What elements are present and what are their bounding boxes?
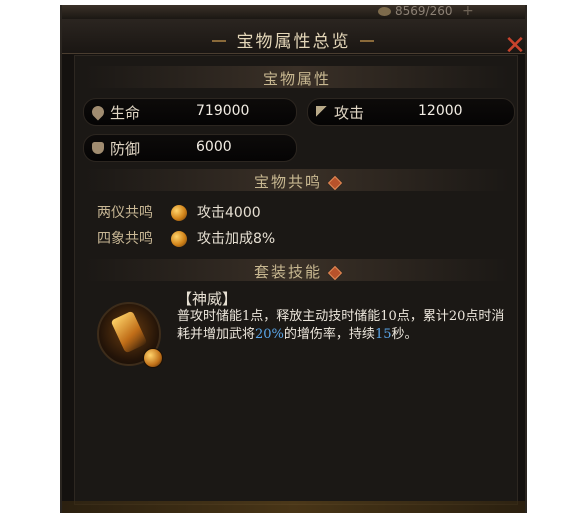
section-attributes: 宝物属性 (85, 66, 509, 88)
yinyang-icon (171, 205, 187, 221)
resonance-label: 四象共鸣 (97, 231, 153, 247)
skill-badge-icon (143, 348, 163, 368)
section-resonance: 宝物共鸣 (85, 169, 509, 191)
window-title: 宝物属性总览 (236, 32, 351, 52)
stat-value: 12000 (418, 103, 463, 119)
stat-value: 6000 (196, 139, 232, 155)
section-title-attributes: 宝物属性 (262, 70, 331, 88)
skill-highlight-duration: 15 (374, 327, 392, 342)
resonance-label: 两仪共鸣 (97, 205, 153, 221)
resonance-effect: 攻击加成8% (197, 231, 276, 247)
stat-name: 攻击 (334, 104, 365, 122)
section-title-resonance: 宝物共鸣 (85, 171, 509, 192)
section-title-set-skill: 套装技能 (85, 261, 509, 282)
skill-name: 【神威】 (177, 290, 238, 308)
currency-display: 8569/260 (378, 4, 453, 19)
heart-icon (89, 103, 107, 121)
stat-name: 防御 (110, 140, 141, 158)
info-diamond-icon[interactable] (327, 265, 343, 281)
skill-icon[interactable] (97, 302, 163, 368)
stat-hp: 生命 719000 (83, 98, 297, 126)
stat-defense: 防御 6000 (83, 134, 297, 162)
section-set-skill: 套装技能 (85, 259, 509, 281)
resonance-item: 四象共鸣 攻击加成8% (97, 228, 275, 248)
treasure-overview-window: 8569/260 + 宝物属性总览 ✕ 宝物属性 生命 719000 攻击 12… (60, 4, 527, 513)
shield-icon (92, 142, 104, 154)
bottom-decor-strip (62, 501, 525, 513)
title-ornament-right (360, 40, 374, 42)
window-header: 宝物属性总览 ✕ (62, 19, 526, 59)
yinyang-icon (171, 231, 187, 247)
info-diamond-icon[interactable] (327, 175, 343, 191)
content-panel: 宝物属性 生命 719000 攻击 12000 防御 6000 宝物共鸣 两仪共… (74, 55, 518, 505)
stat-attack: 攻击 12000 (307, 98, 515, 126)
stat-value: 719000 (196, 103, 250, 119)
currency-value: 8569/260 (395, 4, 453, 18)
skill-highlight-percent: 20% (255, 327, 284, 342)
stat-name: 生命 (110, 104, 141, 122)
coin-icon (378, 7, 391, 16)
sword-icon (316, 106, 328, 118)
skill-description: 普攻时储能1点，释放主动技时储能10点，累计20点时消耗并增加武将20%的增伤率… (177, 309, 505, 342)
resonance-effect: 攻击4000 (197, 205, 261, 221)
add-currency-button[interactable]: + (462, 4, 474, 19)
resonance-item: 两仪共鸣 攻击4000 (97, 202, 261, 222)
top-resource-strip: 8569/260 + (62, 4, 525, 19)
skill-glow (110, 310, 148, 354)
